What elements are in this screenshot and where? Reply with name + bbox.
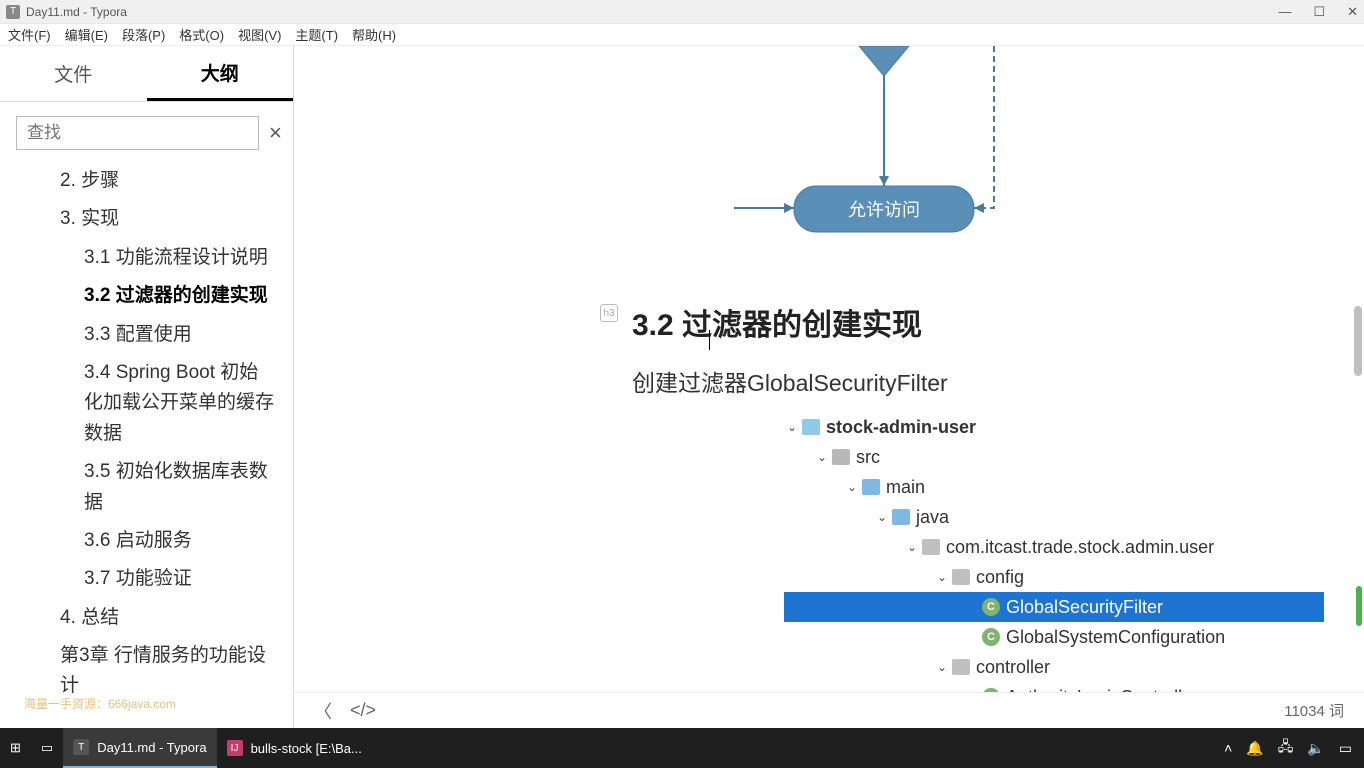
tree-row[interactable]: C GlobalSecurityFilter <box>784 592 1324 622</box>
clear-search-icon[interactable]: × <box>269 120 282 146</box>
sidebar: 文件 大纲 × 2. 步骤3. 实现3.1 功能流程设计说明3.2 过滤器的创建… <box>0 46 294 728</box>
taskbar-app-typora[interactable]: T Day11.md - Typora <box>63 728 216 768</box>
outline-item[interactable]: 3.2 过滤器的创建实现 <box>0 277 293 315</box>
caret-icon: ⌄ <box>904 540 920 554</box>
editor-area[interactable]: 允许访问 h3 3.2 过滤器的创建实现 创建过滤器GlobalSecurity… <box>294 46 1364 728</box>
tree-row[interactable]: ⌄ java <box>784 502 1324 532</box>
window-titlebar: T Day11.md - Typora — ☐ ✕ <box>0 0 1364 24</box>
tree-row[interactable]: ⌄ stock-admin-user <box>784 412 1324 442</box>
watermark-text: 海量一手资源：666java.com <box>24 695 176 712</box>
sidebar-tab-outline[interactable]: 大纲 <box>147 46 294 101</box>
word-count: 11034 词 <box>1284 700 1344 721</box>
tree-label: stock-admin-user <box>826 417 976 438</box>
menu-format[interactable]: 格式(O) <box>177 25 226 44</box>
tree-label: main <box>886 477 925 498</box>
tree-row[interactable]: C GlobalSystemConfiguration <box>784 622 1324 652</box>
folder-icon <box>802 419 820 435</box>
heading-level-badge: h3 <box>600 304 618 322</box>
outline-item[interactable]: 4. 总结 <box>0 599 293 637</box>
sidebar-tab-files[interactable]: 文件 <box>0 46 147 101</box>
nav-back-icon[interactable]: 〈 <box>314 698 332 724</box>
tree-label: com.itcast.trade.stock.admin.user <box>946 537 1214 558</box>
tree-label: java <box>916 507 949 528</box>
folder-icon <box>832 449 850 465</box>
taskbar-app-label: Day11.md - Typora <box>97 740 206 755</box>
folder-icon <box>922 539 940 555</box>
folder-icon <box>862 479 880 495</box>
caret-icon: ⌄ <box>934 570 950 584</box>
folder-icon <box>952 569 970 585</box>
tree-row[interactable]: ⌄ config <box>784 562 1324 592</box>
tray-notifications-icon[interactable]: 🔔 <box>1246 740 1263 757</box>
taskbar-app-intellij[interactable]: IJ bulls-stock [E:\Ba... <box>217 728 372 768</box>
tray-action-center-icon[interactable]: ▭ <box>1339 740 1352 757</box>
folder-icon <box>952 659 970 675</box>
outline-list: 2. 步骤3. 实现3.1 功能流程设计说明3.2 过滤器的创建实现3.3 配置… <box>0 158 293 728</box>
maximize-button[interactable]: ☐ <box>1313 4 1325 20</box>
paragraph-text[interactable]: 创建过滤器GlobalSecurityFilter <box>632 364 948 398</box>
close-button[interactable]: ✕ <box>1347 4 1358 20</box>
folder-icon <box>892 509 910 525</box>
tree-row[interactable]: ⌄ main <box>784 472 1324 502</box>
outline-item[interactable]: 3.7 功能验证 <box>0 560 293 598</box>
intellij-icon: IJ <box>227 740 243 756</box>
scrollbar-thumb[interactable] <box>1354 306 1362 376</box>
start-button[interactable]: ⊞ <box>0 728 31 768</box>
tree-label: GlobalSystemConfiguration <box>1006 627 1225 648</box>
tray-network-icon[interactable]: 🖧 <box>1278 736 1294 760</box>
menu-theme[interactable]: 主题(T) <box>293 25 340 44</box>
caret-icon: ⌄ <box>784 420 800 434</box>
typora-icon: T <box>73 739 89 755</box>
menu-edit[interactable]: 编辑(E) <box>63 25 110 44</box>
tray-chevron-icon[interactable]: ˄ <box>1224 740 1232 756</box>
outline-item[interactable]: 3.1 功能流程设计说明 <box>0 239 293 277</box>
window-title: Day11.md - Typora <box>26 5 127 19</box>
tree-label: config <box>976 567 1024 588</box>
caret-icon: ⌄ <box>934 660 950 674</box>
outline-item[interactable]: 3.6 启动服务 <box>0 522 293 560</box>
tree-row[interactable]: ⌄ controller <box>784 652 1324 682</box>
tree-label: src <box>856 447 880 468</box>
class-icon: C <box>982 598 1000 616</box>
project-tree-image: ⌄ stock-admin-user ⌄ src ⌄ main ⌄ java ⌄ com.itca… <box>784 412 1324 728</box>
source-code-toggle-icon[interactable]: </> <box>350 700 376 721</box>
outline-item[interactable]: 3.5 初始化数据库表数据 <box>0 453 293 522</box>
outline-item[interactable]: 3.3 配置使用 <box>0 316 293 354</box>
minimize-button[interactable]: — <box>1278 4 1291 20</box>
section-heading[interactable]: 3.2 过滤器的创建实现 <box>632 300 922 344</box>
caret-icon: ⌄ <box>874 510 890 524</box>
windows-taskbar: ⊞ ▭ T Day11.md - Typora IJ bulls-stock [… <box>0 728 1364 768</box>
text-cursor <box>709 330 710 350</box>
tree-label: GlobalSecurityFilter <box>1006 597 1163 618</box>
menu-help[interactable]: 帮助(H) <box>350 25 398 44</box>
menubar: 文件(F) 编辑(E) 段落(P) 格式(O) 视图(V) 主题(T) 帮助(H… <box>0 24 1364 46</box>
tree-label: controller <box>976 657 1050 678</box>
tree-row[interactable]: ⌄ src <box>784 442 1324 472</box>
task-view-button[interactable]: ▭ <box>31 728 63 768</box>
outline-item[interactable]: 3. 实现 <box>0 200 293 238</box>
statusbar: 〈 </> 11034 词 <box>294 692 1364 728</box>
menu-view[interactable]: 视图(V) <box>236 25 283 44</box>
class-icon: C <box>982 628 1000 646</box>
scroll-marker <box>1356 586 1362 626</box>
app-icon: T <box>6 5 20 19</box>
menu-paragraph[interactable]: 段落(P) <box>120 25 167 44</box>
system-tray: ˄ 🔔 🖧 🔈 ▭ <box>1212 736 1364 760</box>
caret-icon: ⌄ <box>844 480 860 494</box>
taskbar-app-label: bulls-stock [E:\Ba... <box>251 741 362 756</box>
caret-icon: ⌄ <box>814 450 830 464</box>
svg-text:允许访问: 允许访问 <box>848 200 920 220</box>
tree-row[interactable]: ⌄ com.itcast.trade.stock.admin.user <box>784 532 1324 562</box>
flowchart-fragment: 允许访问 <box>734 46 1004 246</box>
outline-item[interactable]: 2. 步骤 <box>0 162 293 200</box>
search-input[interactable] <box>16 116 259 150</box>
menu-file[interactable]: 文件(F) <box>6 25 53 44</box>
tray-volume-icon[interactable]: 🔈 <box>1307 740 1324 757</box>
outline-item[interactable]: 3.4 Spring Boot 初始化加载公开菜单的缓存数据 <box>0 354 293 453</box>
